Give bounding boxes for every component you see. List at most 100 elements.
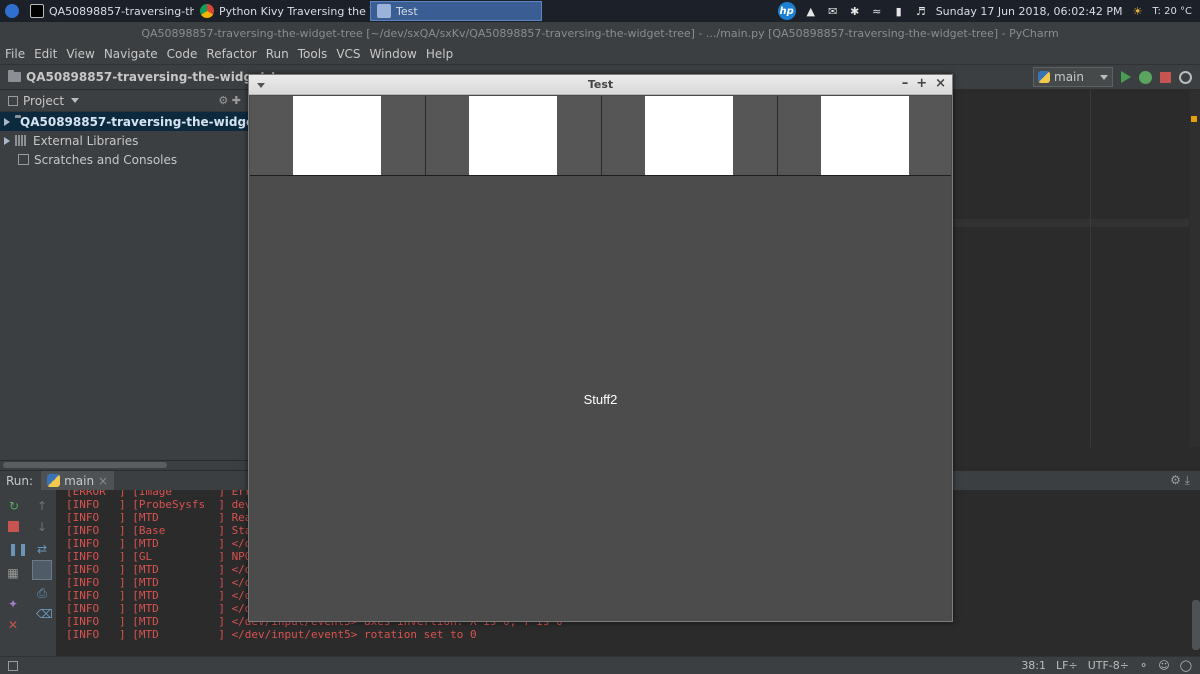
run-tab-main[interactable]: main ×	[41, 470, 115, 491]
menu-run[interactable]: Run	[266, 47, 289, 61]
stop-icon[interactable]	[1160, 71, 1171, 83]
python-icon	[1038, 71, 1050, 83]
run-config-dropdown[interactable]: main	[1033, 67, 1113, 87]
maximize-button[interactable]: +	[916, 76, 927, 91]
menu-vcs[interactable]: VCS	[336, 47, 360, 61]
file-encoding[interactable]: UTF-8÷	[1088, 659, 1129, 672]
stop-icon[interactable]	[8, 521, 19, 532]
kivy-cell-4[interactable]	[778, 96, 951, 175]
current-line-highlight	[949, 219, 1189, 227]
kivy-cell-3[interactable]	[602, 96, 778, 175]
console-scrollbar[interactable]	[1192, 600, 1200, 650]
run-config-label: main	[1054, 70, 1084, 84]
line-separator[interactable]: LF÷	[1056, 659, 1078, 672]
kivy-root-widget[interactable]: Stuff2	[250, 96, 951, 621]
kivy-window-title: Test	[587, 78, 614, 91]
white-rectangle	[469, 96, 557, 175]
caret-position[interactable]: 38:1	[1021, 659, 1046, 672]
menu-tools[interactable]: Tools	[298, 47, 328, 61]
scroll-down-icon[interactable]: ↓	[36, 521, 48, 533]
stuff-label: Stuff2	[583, 392, 618, 407]
window-menu-icon[interactable]	[257, 83, 265, 88]
project-horizontal-scrollbar[interactable]	[0, 461, 249, 470]
tree-item-external-libraries[interactable]: External Libraries	[0, 131, 249, 150]
project-header-label: Project	[23, 93, 65, 108]
chevron-down-icon[interactable]	[71, 98, 80, 103]
event-log-icon[interactable]: ◯	[1180, 659, 1192, 672]
close-icon[interactable]: ✕	[7, 619, 19, 631]
tool-windows-icon[interactable]	[8, 660, 18, 671]
temperature[interactable]: T: 20 °C	[1153, 6, 1192, 17]
search-icon[interactable]	[1179, 70, 1192, 84]
taskbar-task-test[interactable]: Test	[370, 1, 542, 21]
kivy-test-window[interactable]: Test – + × Stuff2	[248, 74, 953, 622]
rerun-icon[interactable]: ↻	[8, 500, 20, 512]
close-button[interactable]: ×	[935, 76, 946, 91]
pin-icon[interactable]: ✦	[7, 598, 19, 610]
tree-item-label: Scratches and Consoles	[34, 152, 178, 167]
menu-file[interactable]: File	[5, 47, 25, 61]
project-view-icon	[8, 95, 18, 106]
lock-icon[interactable]: ⚬	[1139, 659, 1148, 672]
tree-item-project-root[interactable]: QA50898857-traversing-the-widget-tree	[0, 112, 249, 131]
start-menu-button[interactable]	[0, 0, 24, 22]
menu-edit[interactable]: Edit	[34, 47, 57, 61]
bluetooth-icon[interactable]: ✱	[848, 4, 862, 18]
kivy-icon	[377, 4, 391, 18]
menu-code[interactable]: Code	[167, 47, 198, 61]
battery-icon[interactable]: ▮	[892, 4, 906, 18]
expand-arrow-icon[interactable]	[4, 117, 10, 126]
run-icon[interactable]	[1121, 71, 1131, 83]
menu-navigate[interactable]: Navigate	[104, 47, 158, 61]
menu-window[interactable]: Window	[370, 47, 417, 61]
menu-view[interactable]: View	[66, 47, 94, 61]
scratches-icon	[18, 154, 29, 165]
bell-icon[interactable]: ▲	[804, 4, 818, 18]
trash-icon[interactable]: ⌫	[36, 608, 53, 620]
project-panel-header[interactable]: Project ⚙ ✚	[0, 90, 249, 112]
weather-icon[interactable]: ☀	[1131, 4, 1145, 18]
expand-arrow-icon[interactable]	[4, 136, 10, 145]
chevron-down-icon	[1100, 74, 1108, 80]
menu-help[interactable]: Help	[426, 47, 453, 61]
tree-item-label: External Libraries	[33, 133, 139, 148]
scroll-to-end-icon[interactable]	[32, 560, 52, 580]
taskbar-task-chrome[interactable]: Python Kivy Traversing the W...	[194, 1, 370, 21]
inspector-icon[interactable]: ☺	[1158, 659, 1169, 672]
hp-icon[interactable]: hp	[777, 2, 796, 20]
taskbar-task-pycharm[interactable]: QA50898857-traversing-the-...	[24, 1, 194, 21]
close-tab-icon[interactable]: ×	[98, 474, 108, 488]
print-icon[interactable]: ⎙	[36, 587, 48, 599]
status-widgets: 38:1 LF÷ UTF-8÷ ⚬ ☺ ◯	[1021, 659, 1200, 672]
clock[interactable]: Sunday 17 Jun 2018, 06:02:42 PM	[936, 5, 1123, 18]
pause-icon[interactable]: ❚❚	[8, 543, 28, 555]
volume-icon[interactable]: ♬	[914, 4, 928, 18]
run-settings-icon[interactable]: ⚙ ⤓	[1170, 473, 1200, 488]
white-rectangle	[821, 96, 909, 175]
python-icon	[47, 474, 61, 487]
white-rectangle	[645, 96, 733, 175]
wifi-icon[interactable]: ≈	[870, 4, 884, 18]
right-margin-guide	[1090, 90, 1091, 447]
mail-icon[interactable]: ✉	[826, 4, 840, 18]
kivy-window-titlebar[interactable]: Test – + ×	[249, 75, 952, 95]
warning-marker-icon[interactable]	[1191, 116, 1197, 122]
layout-icon[interactable]: ▦	[7, 567, 19, 579]
folder-icon	[8, 70, 21, 82]
tree-item-scratches[interactable]: Scratches and Consoles	[0, 150, 249, 169]
scrollbar-thumb[interactable]	[3, 462, 167, 468]
console-line: [INFO ] [MTD ] </dev/input/event5> rotat…	[66, 628, 477, 641]
chrome-icon	[200, 4, 214, 18]
divider-line	[250, 175, 951, 176]
libraries-icon	[15, 135, 28, 146]
kivy-top-row	[250, 96, 951, 176]
menu-refactor[interactable]: Refactor	[206, 47, 256, 61]
kivy-cell-2[interactable]	[426, 96, 602, 175]
soft-wrap-icon[interactable]: ⇄	[36, 543, 48, 555]
debug-icon[interactable]	[1139, 70, 1152, 84]
error-stripe[interactable]	[1190, 90, 1200, 447]
kivy-cell-1[interactable]	[250, 96, 426, 175]
settings-icon[interactable]: ⚙ ✚	[218, 94, 241, 107]
minimize-button[interactable]: –	[902, 76, 909, 91]
scroll-up-icon[interactable]: ↑	[36, 500, 48, 512]
